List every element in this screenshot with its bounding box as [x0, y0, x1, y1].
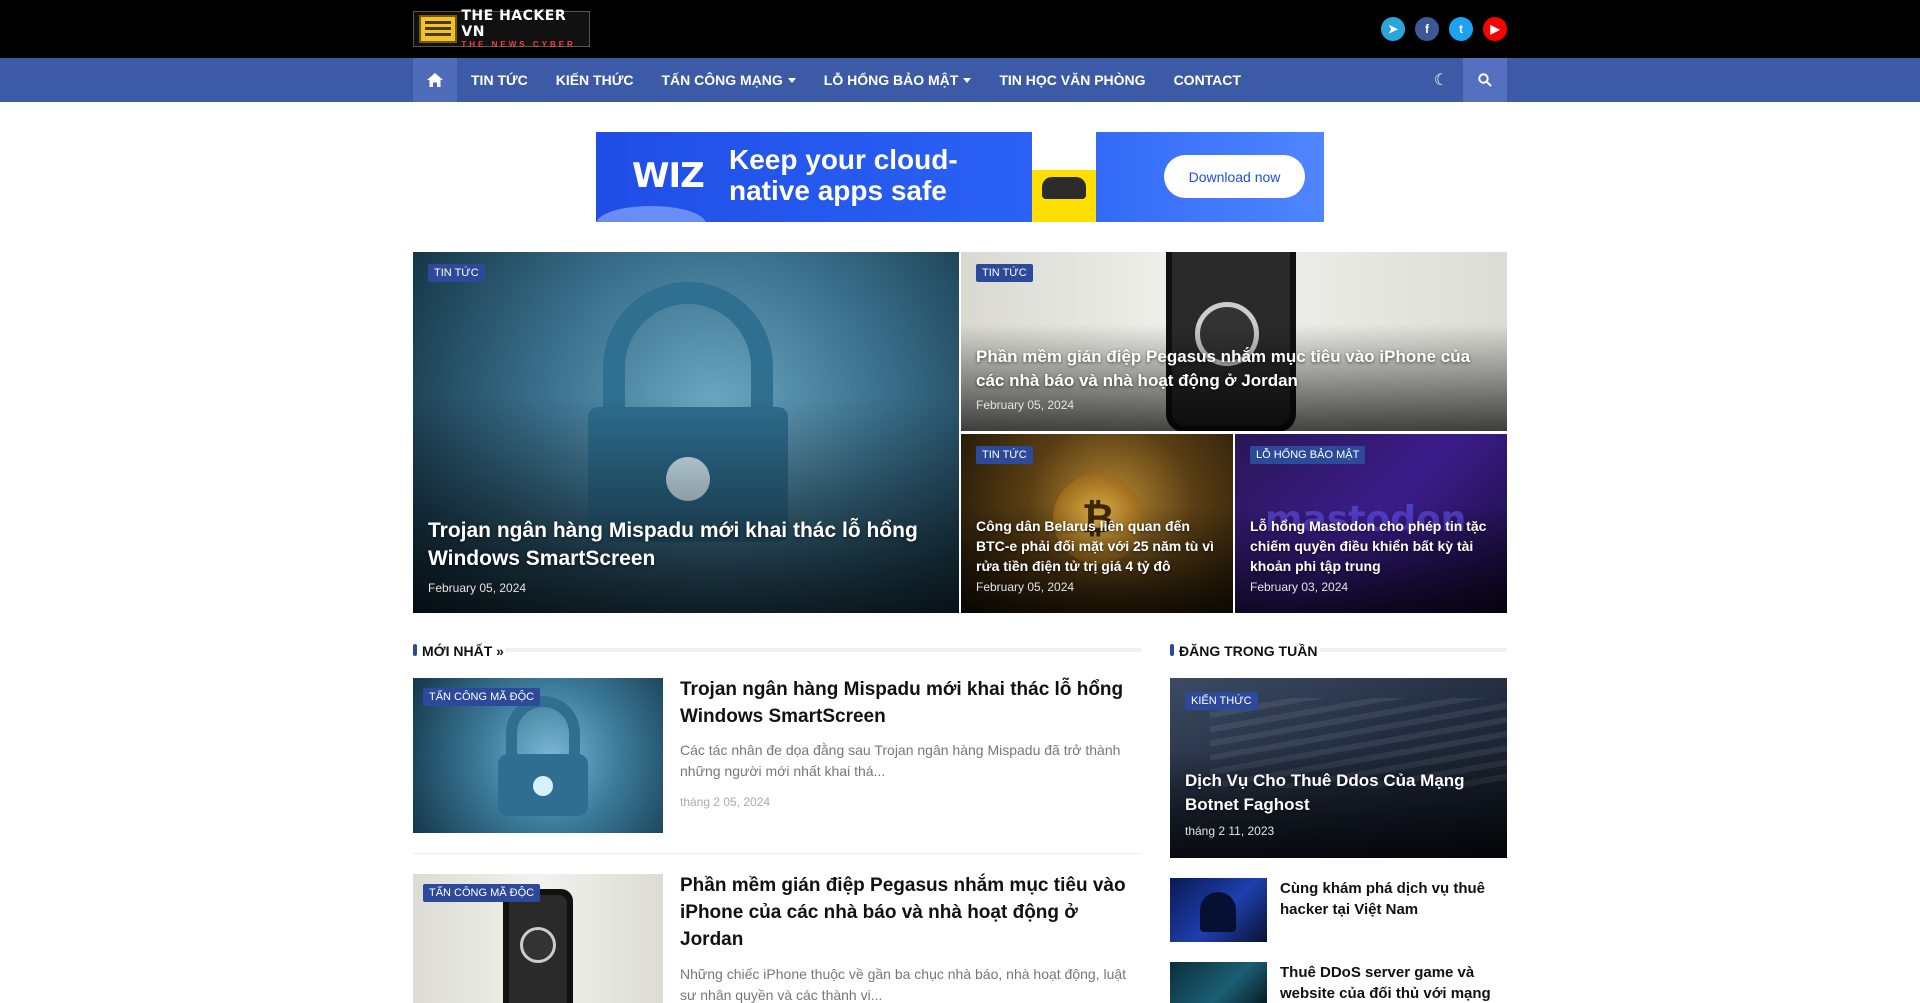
site-logo[interactable]: THE HACKER VN THE NEWS CYBER [413, 8, 590, 50]
nav-label: LỖ HỔNG BẢO MẬT [823, 72, 959, 88]
nav-label: KIẾN THỨC [555, 72, 634, 88]
post-excerpt: Các tác nhân đe dọa đằng sau Trojan ngân… [680, 742, 1121, 779]
featured-title[interactable]: Trojan ngân hàng Mispadu mới khai thác l… [428, 517, 938, 573]
cloud-decoration [596, 206, 706, 222]
weekly-top-date: tháng 2 11, 2023 [1185, 824, 1275, 838]
latest-heading: MỚI NHẤT » [413, 643, 1141, 659]
twitter-icon[interactable]: t [1449, 17, 1473, 41]
search-icon[interactable] [1463, 58, 1507, 102]
featured-post-4[interactable]: mastodon LỖ HỔNG BẢO MẬT Lỗ hổng Mastodo… [1235, 434, 1507, 613]
nav-label: CONTACT [1173, 72, 1241, 88]
main-nav: TIN TỨC KIẾN THỨC TẤN CÔNG MẠNG LỖ HỔNG … [0, 58, 1920, 102]
category-tag[interactable]: TIN TỨC [428, 264, 485, 282]
home-icon[interactable] [413, 58, 457, 102]
nav-item-kien-thuc[interactable]: KIẾN THỨC [542, 58, 648, 102]
logo-mark-icon [419, 15, 458, 43]
nav-item-tin-hoc-van-phong[interactable]: TIN HỌC VĂN PHÒNG [985, 58, 1159, 102]
heading-bar [1170, 644, 1174, 656]
featured-post-1[interactable]: TIN TỨC Trojan ngân hàng Mispadu mới kha… [413, 252, 959, 613]
weekly-item-title[interactable]: Thuê DDoS server game và website của đối… [1280, 962, 1500, 1003]
weekly-top-title[interactable]: Dịch Vụ Cho Thuê Ddos Của Mạng Botnet Fa… [1185, 769, 1495, 817]
category-tag[interactable]: LỖ HỔNG BẢO MẬT [1250, 446, 1366, 464]
category-tag[interactable]: TIN TỨC [976, 446, 1033, 464]
heading-line [505, 648, 1141, 652]
featured-title[interactable]: Công dân Belarus liên quan đến BTC-e phả… [976, 516, 1221, 576]
weekly-top-post[interactable]: KIẾN THỨC Dịch Vụ Cho Thuê Ddos Của Mạng… [1170, 678, 1507, 858]
featured-date: February 05, 2024 [976, 580, 1075, 594]
heading-line [1320, 648, 1507, 652]
featured-date: February 05, 2024 [976, 398, 1075, 412]
caret-down-icon [787, 77, 796, 83]
nav-label: TIN TỨC [471, 72, 528, 88]
weekly-heading-label: ĐĂNG TRONG TUẦN [1179, 643, 1318, 659]
nav-item-tan-cong-mang[interactable]: TẤN CÔNG MẠNG [647, 58, 809, 102]
post-thumbnail[interactable]: TẤN CÔNG MÃ ĐỘC [413, 874, 663, 1003]
book-cover-image [1032, 132, 1096, 222]
latest-heading-label[interactable]: MỚI NHẤT » [422, 643, 504, 659]
logo-subtitle: THE NEWS CYBER [461, 40, 576, 49]
iphone-image [503, 889, 573, 1003]
logo-text: THE HACKER VN THE NEWS CYBER [461, 8, 589, 50]
featured-post-2[interactable]: TIN TỨC Phần mềm gián điệp Pegasus nhắm … [961, 252, 1507, 431]
nav-right: ☾ [1419, 58, 1507, 102]
dark-mode-icon[interactable]: ☾ [1419, 58, 1463, 102]
category-tag[interactable]: KIẾN THỨC [1185, 692, 1258, 710]
post-excerpt: Những chiếc iPhone thuộc về gần ba chục … [680, 966, 1127, 1003]
post-title[interactable]: Phần mềm gián điệp Pegasus nhắm mục tiêu… [680, 872, 1140, 953]
nav-label: TIN HỌC VĂN PHÒNG [999, 72, 1146, 88]
featured-post-3[interactable]: ₿ TIN TỨC Công dân Belarus liên quan đến… [961, 434, 1233, 613]
banner-brand: WIZ [632, 156, 705, 196]
post-date: tháng 2 05, 2024 [680, 795, 771, 809]
padlock-image [498, 696, 588, 816]
telegram-icon[interactable]: ➤ [1381, 17, 1405, 41]
banner-headline: Keep your cloud-native apps safe [729, 144, 958, 206]
category-tag[interactable]: TẤN CÔNG MÃ ĐỘC [423, 688, 541, 706]
featured-date: February 03, 2024 [1250, 580, 1349, 594]
category-tag[interactable]: TIN TỨC [976, 264, 1033, 282]
nav-item-tin-tuc[interactable]: TIN TỨC [457, 58, 542, 102]
nav-item-contact[interactable]: CONTACT [1160, 58, 1255, 102]
caret-down-icon [963, 77, 972, 83]
weekly-heading: ĐĂNG TRONG TUẦN [1170, 643, 1507, 659]
social-links: ➤ f t ▶ [1381, 17, 1507, 41]
top-bar: THE HACKER VN THE NEWS CYBER ➤ f t ▶ [0, 0, 1920, 58]
nav-item-lo-hong-bao-mat[interactable]: LỖ HỔNG BẢO MẬT [810, 58, 986, 102]
small-thumbnail[interactable] [1170, 878, 1267, 942]
category-tag[interactable]: TẤN CÔNG MÃ ĐỘC [423, 884, 541, 902]
post-thumbnail[interactable]: TẤN CÔNG MÃ ĐỘC [413, 678, 663, 833]
heading-bar [413, 644, 417, 656]
facebook-icon[interactable]: f [1415, 17, 1439, 41]
featured-date: February 05, 2024 [428, 581, 527, 595]
weekly-item-title[interactable]: Cùng khám phá dịch vụ thuê hacker tại Vi… [1280, 878, 1500, 920]
nav-inner: TIN TỨC KIẾN THỨC TẤN CÔNG MẠNG LỖ HỔNG … [413, 58, 1507, 102]
post-title[interactable]: Trojan ngân hàng Mispadu mới khai thác l… [680, 676, 1140, 730]
nav-label: TẤN CÔNG MẠNG [661, 72, 783, 88]
download-now-button[interactable]: Download now [1164, 155, 1305, 198]
ad-banner[interactable]: WIZ Keep your cloud-native apps safe Dow… [596, 132, 1324, 222]
logo-title: THE HACKER VN [461, 8, 567, 40]
featured-title[interactable]: Lỗ hổng Mastodon cho phép tin tặc chiếm … [1250, 516, 1495, 576]
youtube-icon[interactable]: ▶ [1483, 17, 1507, 41]
post-divider [413, 853, 1141, 854]
featured-title[interactable]: Phần mềm gián điệp Pegasus nhắm mục tiêu… [976, 345, 1486, 393]
small-thumbnail[interactable] [1170, 962, 1267, 1003]
